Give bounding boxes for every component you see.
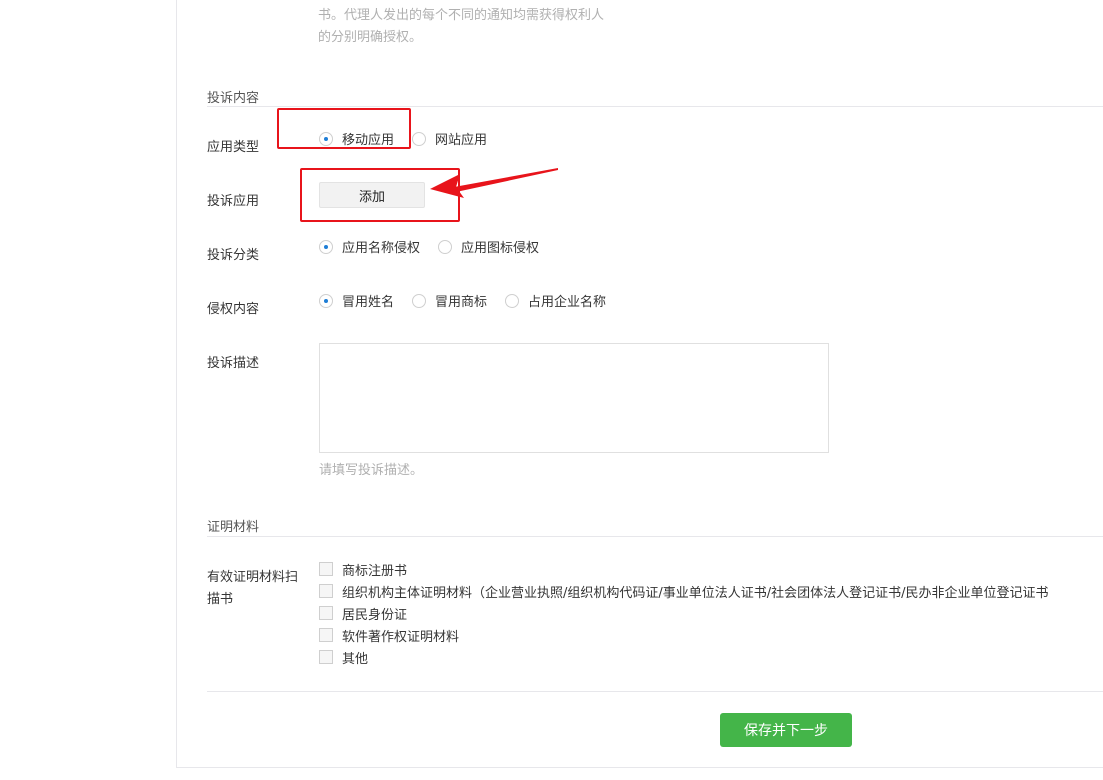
save-next-button[interactable]: 保存并下一步 (720, 713, 852, 747)
app-type-label: 应用类型 (207, 140, 260, 155)
checkbox-label: 居民身份证 (342, 607, 408, 623)
highlight-box-app-type (277, 108, 411, 149)
radio-unchecked-icon[interactable] (438, 239, 453, 254)
evidence-checkbox-list: 商标注册书 组织机构主体证明材料（企业营业执照/组织机构代码证/事业单位法人证书… (319, 558, 1049, 668)
checkbox-icon[interactable] (319, 584, 333, 598)
checkbox-other[interactable]: 其他 (319, 646, 1049, 668)
radio-impersonate-name[interactable]: 冒用姓名 (319, 291, 394, 310)
radio-unchecked-icon[interactable] (412, 293, 427, 308)
radio-unchecked-icon[interactable] (505, 293, 520, 308)
checkbox-trademark-registration[interactable]: 商标注册书 (319, 558, 1049, 580)
checkbox-icon[interactable] (319, 606, 333, 620)
radio-website-app[interactable]: 网站应用 (412, 129, 487, 148)
checkbox-label: 组织机构主体证明材料（企业营业执照/组织机构代码证/事业单位法人证书/社会团体法… (342, 585, 1049, 601)
description-hint: 请填写投诉描述。 (319, 463, 424, 478)
checkbox-organization-materials[interactable]: 组织机构主体证明材料（企业营业执照/组织机构代码证/事业单位法人证书/社会团体法… (319, 580, 1049, 602)
checkbox-id-card[interactable]: 居民身份证 (319, 602, 1049, 624)
radio-unchecked-icon[interactable] (412, 131, 427, 146)
radio-label: 应用图标侵权 (461, 241, 540, 256)
section-divider (207, 536, 1103, 537)
category-radio-group: 应用名称侵权 应用图标侵权 (319, 237, 557, 256)
scan-label-line-1: 有效证明材料扫 (207, 570, 299, 585)
description-textarea[interactable] (319, 343, 829, 453)
complaint-app-label: 投诉应用 (207, 194, 260, 209)
checkbox-icon[interactable] (319, 628, 333, 642)
notice-line-1: 书。代理人发出的每个不同的通知均需获得权利人 (318, 8, 605, 23)
description-label: 投诉描述 (207, 356, 260, 371)
infringement-radio-group: 冒用姓名 冒用商标 占用企业名称 (319, 291, 624, 310)
section-title-evidence: 证明材料 (207, 520, 260, 535)
radio-label: 占用企业名称 (528, 295, 607, 310)
checkbox-label: 商标注册书 (342, 563, 408, 579)
radio-icon-infringement[interactable]: 应用图标侵权 (438, 237, 539, 256)
scan-label-line-2: 描书 (207, 592, 234, 607)
arrow-annotation-icon (430, 168, 558, 198)
radio-occupy-company-name[interactable]: 占用企业名称 (505, 291, 606, 310)
checkbox-icon[interactable] (319, 562, 333, 576)
checkbox-icon[interactable] (319, 650, 333, 664)
radio-name-infringement[interactable]: 应用名称侵权 (319, 237, 420, 256)
radio-label: 应用名称侵权 (342, 241, 421, 256)
checkbox-software-copyright[interactable]: 软件著作权证明材料 (319, 624, 1049, 646)
radio-label: 网站应用 (435, 133, 488, 148)
radio-checked-icon[interactable] (319, 293, 333, 308)
section-title-complaint: 投诉内容 (207, 91, 260, 106)
notice-line-2: 的分别明确授权。 (318, 30, 423, 45)
radio-label: 冒用商标 (435, 295, 488, 310)
infringement-label: 侵权内容 (207, 302, 260, 317)
footer-divider (207, 691, 1103, 692)
checkbox-label: 其他 (342, 651, 369, 667)
radio-impersonate-trademark[interactable]: 冒用商标 (412, 291, 487, 310)
category-label: 投诉分类 (207, 248, 260, 263)
checkbox-label: 软件著作权证明材料 (342, 629, 460, 645)
section-divider (207, 106, 1103, 107)
radio-checked-icon[interactable] (319, 239, 333, 254)
radio-label: 冒用姓名 (342, 295, 395, 310)
